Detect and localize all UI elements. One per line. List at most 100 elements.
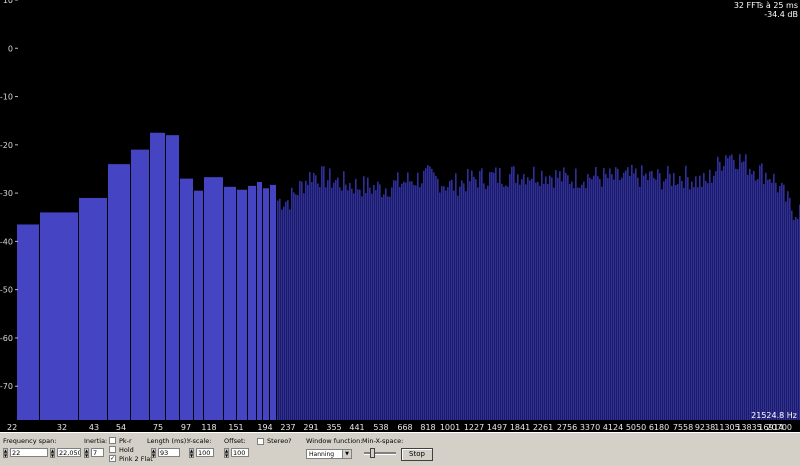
x-tick-label: 1841 [510, 423, 530, 432]
y-tick-label: -70 [0, 382, 13, 391]
spin-down-icon[interactable]: ▼ [189, 453, 194, 458]
hold-label: Hold [119, 446, 134, 454]
x-tick-label: 291 [303, 423, 318, 432]
x-tick-label: 668 [397, 423, 412, 432]
stereo-checkbox[interactable] [257, 438, 264, 445]
freq-from-field[interactable]: 22 [10, 448, 48, 457]
x-tick-label: 2756 [557, 423, 577, 432]
x-tick-label: 118 [201, 423, 216, 432]
spin-down-icon[interactable]: ▼ [151, 453, 156, 458]
spectrum-bar [40, 212, 78, 420]
spectrum-bar [687, 177, 689, 420]
spectrum-bar [755, 180, 757, 420]
spectrum-bar [741, 162, 743, 420]
freq-to-field[interactable]: 22,050 [57, 448, 81, 457]
spectrum-bar [325, 187, 327, 420]
spectrum-bar [695, 176, 697, 420]
spectrum-bar [521, 179, 523, 420]
spectrum-bar [757, 179, 759, 420]
spectrum-bar [439, 192, 441, 420]
window-function-select[interactable]: Hanning ▼ [306, 449, 352, 459]
inertia-field[interactable]: 7 [91, 448, 104, 457]
spectrum-bar [301, 181, 303, 420]
fft-count-readout: 32 FFTs à 25 ms [734, 1, 798, 10]
spectrum-bar [279, 198, 281, 420]
spectrum-bar [477, 187, 479, 420]
spectrum-bar [629, 175, 631, 420]
freq-from-spinner[interactable]: ▲ ▼ [3, 448, 8, 458]
chevron-down-icon[interactable]: ▼ [342, 450, 351, 458]
spectrum-bar [555, 170, 557, 420]
offset-field[interactable]: 100 [231, 448, 249, 457]
spectrum-bar [609, 168, 611, 420]
spectrum-bar [359, 189, 361, 420]
pink-2-flat-checkbox[interactable]: ✓ [109, 455, 116, 462]
spin-down-icon[interactable]: ▼ [84, 453, 89, 458]
spin-down-icon[interactable]: ▼ [3, 453, 8, 458]
spectrum-bar [341, 190, 343, 420]
inertia-spinner[interactable]: ▲ ▼ [84, 448, 89, 458]
spectrum-bar [705, 181, 707, 420]
spectrum-bar [781, 182, 783, 420]
pink-2-flat-label: Pink 2 Flat [119, 455, 153, 463]
spectrum-bar [363, 176, 365, 420]
y-tick-label: -50 [0, 286, 13, 295]
spectrum-bar [417, 172, 419, 420]
spectrum-bar [553, 187, 555, 420]
y-scale-spinner[interactable]: ▲ ▼ [189, 448, 194, 458]
spectrum-bar [469, 181, 471, 420]
spectrum-bar [327, 180, 329, 420]
offset-spinner[interactable]: ▲ ▼ [224, 448, 229, 458]
spectrum-bar [723, 165, 725, 420]
spectrum-bar [407, 172, 409, 420]
hold-checkbox[interactable] [109, 446, 116, 453]
spectrum-bar [779, 185, 781, 420]
x-tick-label: 2261 [533, 423, 553, 432]
spectrum-bar [693, 187, 695, 420]
spectrum-bar [347, 190, 349, 420]
freq-to-spinner[interactable]: ▲ ▼ [50, 448, 55, 458]
spectrum-bar [311, 182, 313, 420]
spectrum-bar [753, 170, 755, 420]
pk-r-checkbox[interactable] [109, 437, 116, 444]
spectrum-bar [270, 184, 276, 420]
spectrum-bar [497, 182, 499, 420]
spectrum-bar [647, 179, 649, 420]
spectrum-bar [785, 201, 787, 420]
y-scale-field[interactable]: 100 [196, 448, 214, 457]
spectrum-bar [691, 181, 693, 420]
control-panel: Frequency span: ▲ ▼ 22 ▲ ▼ 22,050 Inertia:… [0, 432, 800, 466]
spectrum-bar [683, 187, 685, 420]
spectrum-bar [713, 175, 715, 420]
min-x-space-slider[interactable] [364, 448, 396, 458]
spectrum-bar [597, 176, 599, 420]
spectrum-bar [709, 169, 711, 420]
length-spinner[interactable]: ▲ ▼ [151, 448, 156, 458]
spectrum-bar [166, 135, 179, 420]
stop-button[interactable]: Stop [401, 448, 433, 461]
spectrum-bar [589, 177, 591, 420]
spectrum-bar [563, 167, 565, 420]
spectrum-bar [545, 176, 547, 420]
slider-thumb[interactable] [370, 448, 375, 458]
spectrum-bar [733, 160, 735, 420]
spectrum-bar [309, 171, 311, 420]
spectrum-bar [527, 177, 529, 420]
length-field[interactable]: 93 [158, 448, 180, 457]
spectrum-bar [475, 179, 477, 420]
spectrum-bar [703, 172, 705, 420]
spectrum-bar [289, 209, 291, 420]
spectrum-bar [637, 177, 639, 420]
spectrum-analyzer-window: 10 0 -10 -20 -30 -40 -50 -60 -70 22 32 43 54 75 97 118… [0, 0, 800, 466]
spectrum-bar [383, 194, 385, 420]
x-tick-label: 538 [373, 423, 388, 432]
spin-down-icon[interactable]: ▼ [50, 453, 55, 458]
spectrum-bar [461, 180, 463, 420]
spectrum-bar [611, 174, 613, 420]
spectrum-bar [401, 183, 403, 420]
spectrum-bar [773, 173, 775, 420]
spectrum-bar [405, 182, 407, 420]
spectrum-bar [493, 172, 495, 420]
spin-down-icon[interactable]: ▼ [224, 453, 229, 458]
spectrum-bar [625, 170, 627, 420]
